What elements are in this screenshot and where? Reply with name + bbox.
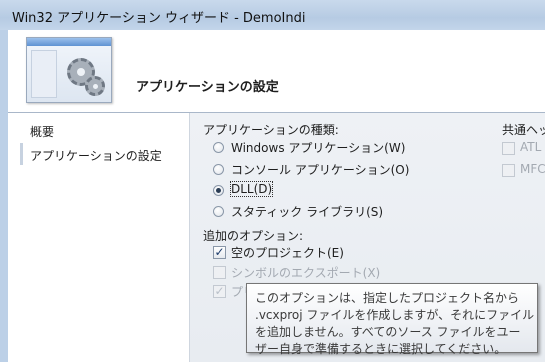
radio-label: スタティック ライブラリ(S) [231,205,384,219]
wizard-header: アプリケーションの設定 [8,30,545,113]
checkbox[interactable] [213,266,226,279]
checkbox[interactable]: ✓ [213,285,226,298]
tooltip-line: を追加しません。すべてのソース ファイルをユー [255,325,521,339]
banner-window-bar [27,38,111,46]
checkbox[interactable] [502,164,515,177]
radio-label: コンソール アプリケーション(O) [231,163,410,177]
checkbox[interactable] [502,142,515,155]
additional-options-label: 追加のオプション: [203,229,304,243]
tooltip-line: .vcxproj ファイルを作成しますが、それにファイル [255,308,535,322]
banner-window-pane [31,50,57,98]
radio-label: DLL(D) [229,181,274,197]
tooltip-line: ザー自身で準備するときに選択してください。 [255,342,507,356]
checkbox-label: ATL [520,140,542,154]
small-gear-icon [85,76,105,96]
app-type-label: アプリケーションの種類: [203,123,339,137]
wizard-banner-image [26,37,112,103]
page-title: アプリケーションの設定 [136,80,279,95]
radio-button[interactable] [213,142,224,153]
radio-button[interactable] [213,164,224,175]
checkbox[interactable]: ✓ [213,246,226,259]
radio-button-selected[interactable] [213,185,224,196]
radio-button[interactable] [213,206,224,217]
window-title: Win32 アプリケーション ウィザード - DemoIndi [12,11,306,26]
nav-item-overview[interactable]: 概要 [30,123,54,140]
tooltip-line: このオプションは、指定したプロジェクト名から [255,291,520,305]
tooltip: このオプションは、指定したプロジェクト名から .vcxproj ファイルを作成し… [246,283,538,356]
title-bar: Win32 アプリケーション ウィザード - DemoIndi [0,0,545,31]
window-frame-left [0,30,8,362]
common-headers-label: 共通ヘッダ [502,123,545,137]
radio-label: Windows アプリケーション(W) [231,141,406,155]
nav-item-application-settings[interactable]: アプリケーションの設定 [30,147,162,164]
checkbox-label: シンボルのエクスポート(X) [231,266,381,280]
nav-selection-marker [20,143,23,165]
checkbox-label: MFC [520,162,545,176]
wizard-nav: 概要 アプリケーションの設定 [8,113,186,362]
checkbox-label: 空のプロジェクト(E) [231,246,344,260]
